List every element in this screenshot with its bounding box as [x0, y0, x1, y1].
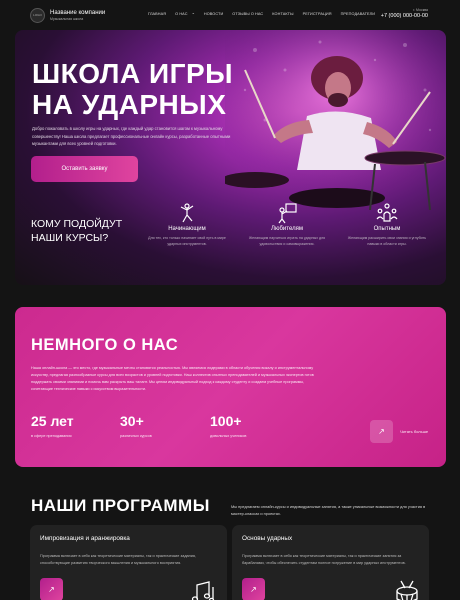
programs-title: НАШИ ПРОГРАММЫ	[31, 496, 210, 515]
audience-description: Для тех, кто только начинает свой путь в…	[148, 236, 226, 246]
nav-teachers[interactable]: ПРЕПОДАВАТЕЛИ	[341, 12, 376, 16]
audience-label: Опытным	[373, 226, 401, 232]
drummer-photo	[225, 30, 446, 210]
audience-description: Желающим научиться играть на ударных для…	[248, 236, 326, 246]
nav-registration[interactable]: РЕГИСТРАЦИЯ	[303, 12, 332, 16]
stat-courses: 30+ различных курсов	[120, 413, 152, 438]
audience-item-amateurs: Любителям Желающим научиться играть на у…	[245, 202, 329, 247]
logo-text: LOGO	[33, 13, 42, 17]
city-label: г. Москва	[413, 8, 428, 12]
about-section: НЕМНОГО О НАС Наша онлайн-школа — это ме…	[15, 307, 446, 467]
programs-description: Мы предлагаем онлайн-курсы и индивидуаль…	[231, 504, 426, 516]
nav-reviews[interactable]: ОТЗЫВЫ О НАС	[232, 12, 263, 16]
logo[interactable]: LOGO	[30, 7, 45, 23]
arrow-up-right-icon: ↗	[48, 585, 55, 594]
audience-title-line1: КОМУ ПОДОЙДУТ	[31, 218, 123, 230]
company-subtitle: Музыкальная школа	[50, 16, 84, 21]
audience-item-beginners: Начинающим Для тех, кто только начинает …	[145, 202, 229, 247]
chevron-down-icon[interactable]: ⌄	[192, 10, 195, 16]
hero-description: Добро пожаловать в школу игры на ударных…	[32, 126, 231, 146]
presenter-icon	[245, 202, 329, 224]
phone-link[interactable]: +7 (000) 000-00-00	[381, 13, 428, 19]
about-title: НЕМНОГО О НАС	[31, 336, 179, 354]
stat-value: 100+	[210, 413, 242, 429]
hero-title-line1: ШКОЛА ИГРЫ	[32, 58, 234, 89]
read-more-button[interactable]: ↗	[370, 420, 393, 443]
nav-contacts[interactable]: КОНТАКТЫ	[272, 12, 293, 16]
stat-years: 25 лет в сфере преподавания	[31, 413, 74, 438]
program-card-text: Программа включает в себя как теоретичес…	[242, 554, 406, 565]
nav-news[interactable]: НОВОСТИ	[204, 12, 223, 16]
audience-item-experienced: Опытным Желающим расширить свои знания и…	[345, 202, 429, 247]
stat-students: 100+ довольных учеников	[210, 413, 246, 438]
program-card-button[interactable]: ↗	[40, 578, 63, 600]
hero-title-line2: НА УДАРНЫХ	[32, 89, 227, 120]
audience-label: Начинающим	[168, 226, 206, 232]
audience-title: КОМУ ПОДОЙДУТ НАШИ КУРСЫ?	[31, 217, 122, 245]
group-icon	[345, 202, 429, 224]
arrow-up-right-icon: ↗	[378, 427, 385, 436]
hero-title: ШКОЛА ИГРЫ НА УДАРНЫХ	[32, 58, 233, 120]
main-nav: ГЛАВНАЯ О НАС ⌄ НОВОСТИ ОТЗЫВЫ О НАС КОН…	[148, 10, 376, 16]
audience-description: Желающим расширить свои знания и углубит…	[347, 236, 427, 246]
program-card-title: Основы ударных	[242, 535, 293, 542]
company-name: Название компании	[50, 9, 106, 16]
stat-label: различных курсов	[120, 434, 152, 438]
about-text: Наша онлайн-школа — это место, где музык…	[31, 366, 314, 391]
hero-section: ШКОЛА ИГРЫ НА УДАРНЫХ Добро пожаловать в…	[15, 30, 446, 285]
program-card-button[interactable]: ↗	[242, 578, 265, 600]
arrow-up-right-icon: ↗	[250, 585, 257, 594]
header: LOGO Название компании Музыкальная школа…	[0, 0, 460, 30]
program-card[interactable]: Импровизация и аранжировка Программа вкл…	[30, 525, 227, 600]
stat-label: в сфере преподавания	[31, 434, 72, 438]
program-card-text: Программа включает в себя как теоретичес…	[40, 554, 196, 565]
stat-label: довольных учеников	[210, 434, 247, 438]
stat-value: 30+	[120, 413, 144, 429]
program-card-title: Импровизация и аранжировка	[40, 535, 130, 542]
read-more-label[interactable]: Читать больше	[400, 429, 428, 434]
program-card[interactable]: Основы ударных Программа включает в себя…	[232, 525, 429, 600]
brand: Название компании Музыкальная школа	[50, 10, 105, 21]
contact-block: г. Москва +7 (000) 000-00-00	[381, 8, 428, 19]
nav-about[interactable]: О НАС	[175, 12, 187, 16]
request-button[interactable]: Оставить заявку	[31, 156, 138, 182]
nav-home[interactable]: ГЛАВНАЯ	[148, 12, 166, 16]
dancing-person-icon	[145, 202, 229, 224]
drum-icon	[396, 580, 418, 600]
audience-title-line2: НАШИ КУРСЫ?	[31, 232, 109, 244]
audience-label: Любителям	[271, 226, 303, 232]
stat-value: 25 лет	[31, 413, 74, 429]
music-notes-icon	[191, 581, 215, 600]
